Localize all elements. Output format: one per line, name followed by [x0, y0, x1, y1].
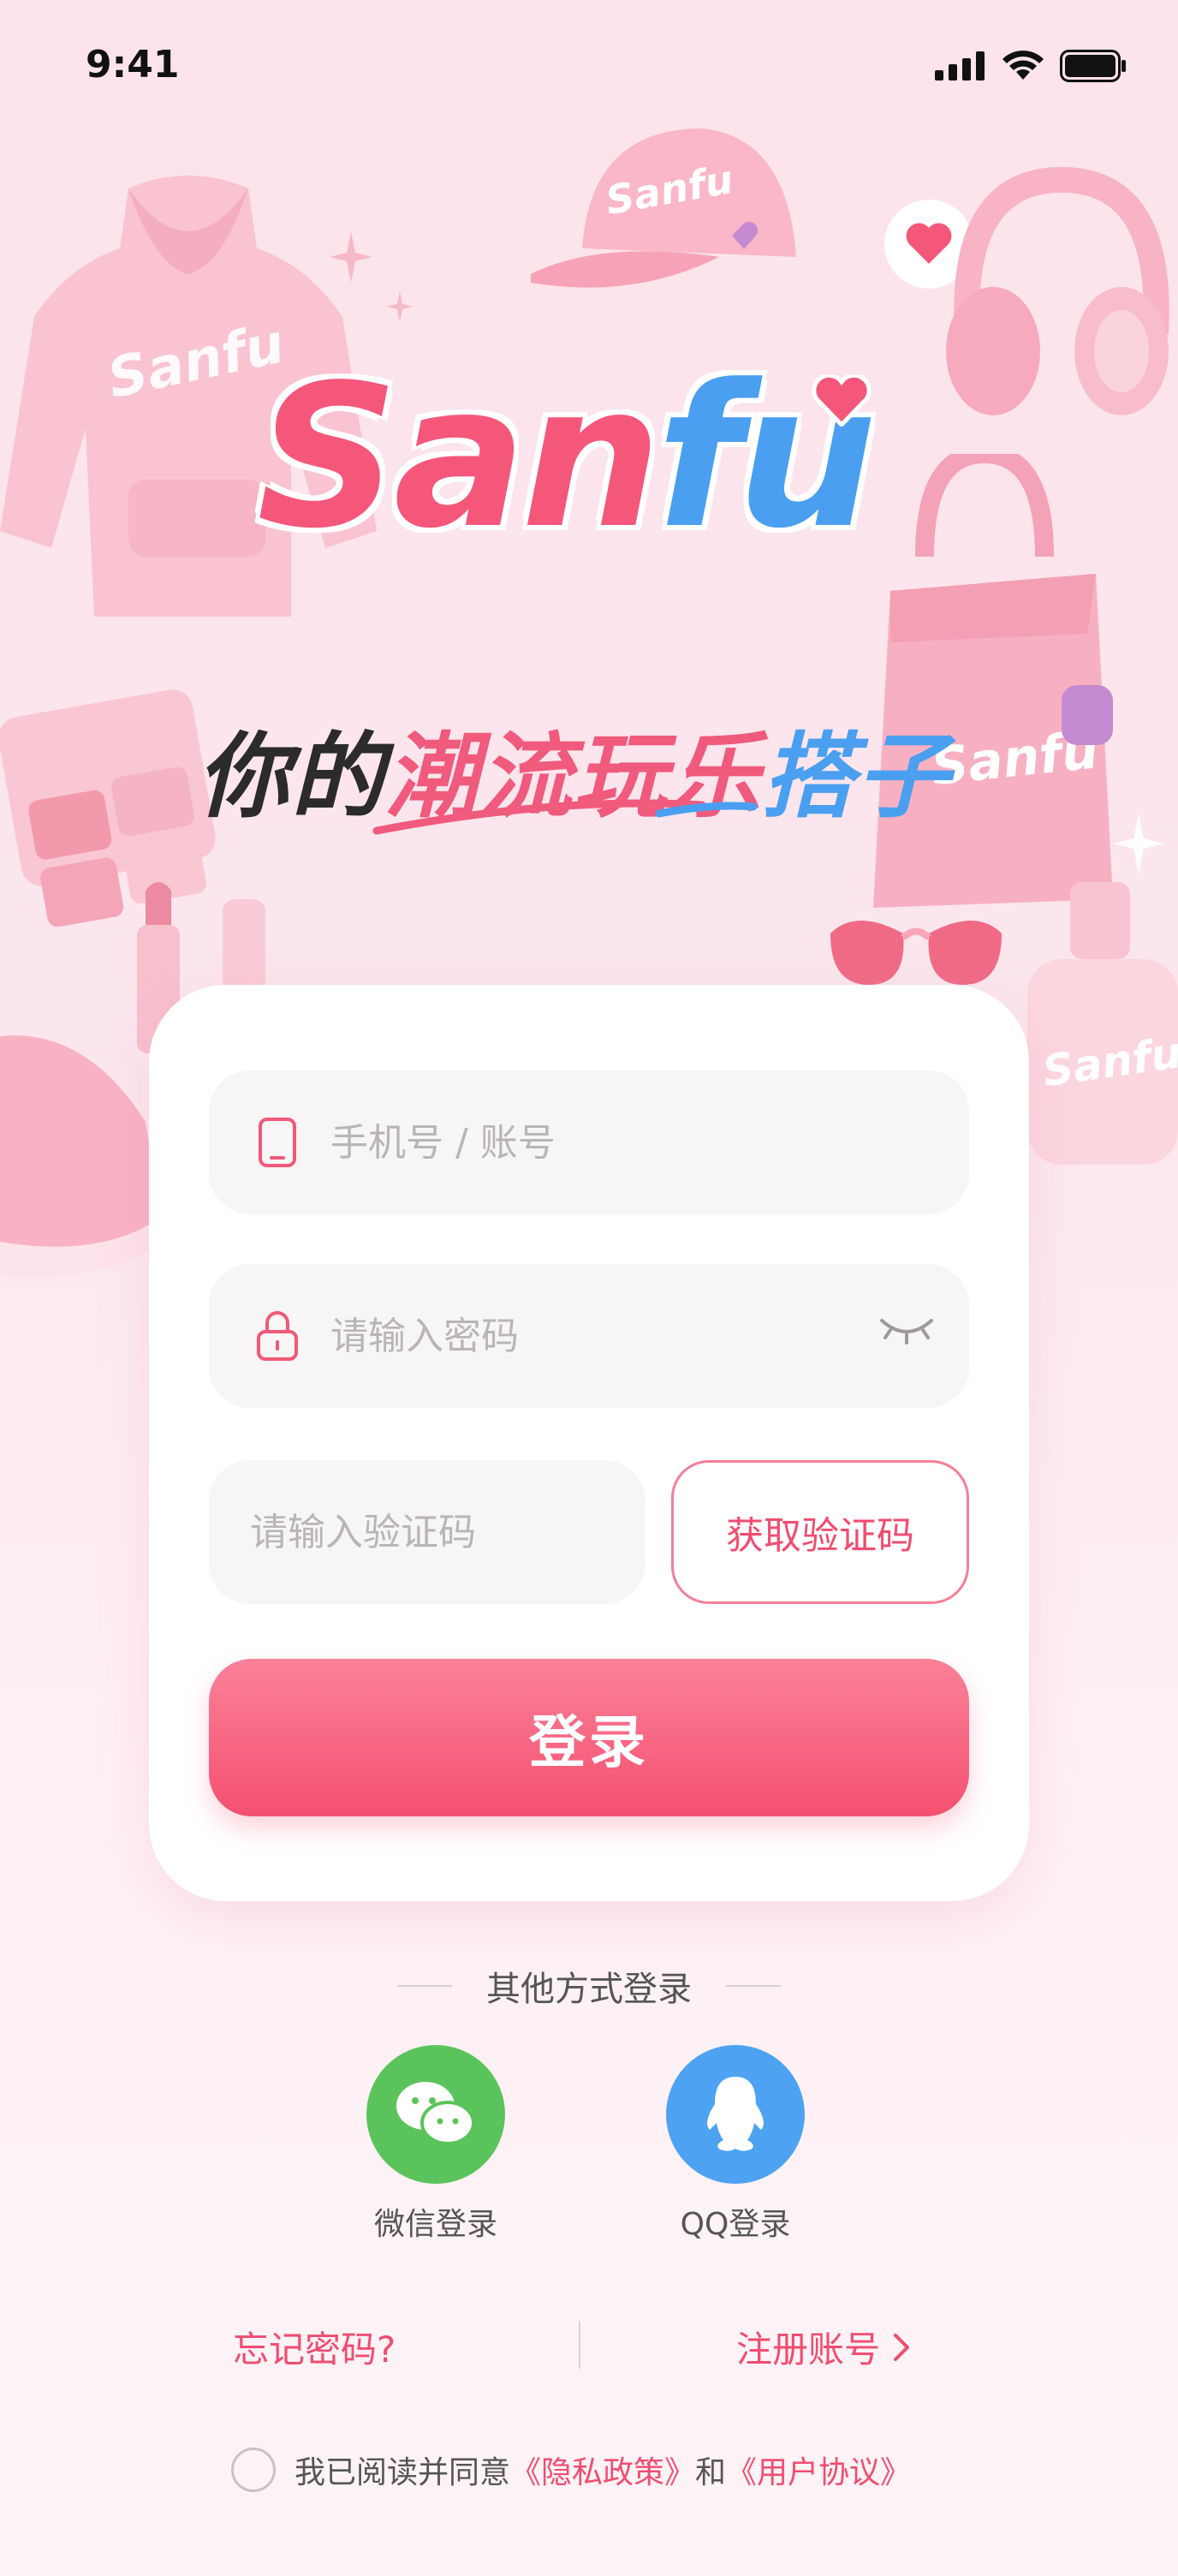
- links-divider: [579, 2321, 580, 2369]
- account-input[interactable]: [330, 1070, 969, 1214]
- divider-line-right: [726, 1985, 781, 1987]
- divider-line-left: [397, 1985, 452, 1987]
- verification-code-field[interactable]: [209, 1460, 719, 1604]
- qq-login-label: QQ登录: [680, 2207, 791, 2242]
- wechat-login[interactable]: 微信登录: [363, 2045, 509, 2244]
- register-label: 注册账号: [736, 2329, 881, 2370]
- status-icons: [935, 50, 1127, 82]
- battery-icon: [1060, 50, 1126, 82]
- user-agreement-link[interactable]: 《用户协议》: [726, 2448, 911, 2492]
- account-field[interactable]: [209, 1070, 969, 1214]
- password-field[interactable]: [209, 1264, 969, 1408]
- agreement-row: 我已阅读并同意 《隐私政策》 和 《用户协议》: [231, 2448, 911, 2492]
- eye-closed-icon[interactable]: [878, 1312, 935, 1346]
- other-login-title: 其他方式登录: [0, 1961, 1178, 2011]
- wechat-icon[interactable]: [366, 2045, 505, 2184]
- status-time: 9:41: [86, 43, 180, 86]
- sparkle-icon: [330, 231, 372, 283]
- sneaker-illustration: [0, 1035, 163, 1278]
- register-link[interactable]: 注册账号: [736, 2321, 911, 2373]
- perfume-illustration: Sanfu: [1027, 882, 1178, 1165]
- agreement-checkbox[interactable]: [231, 2448, 276, 2492]
- other-login-label: 其他方式登录: [486, 1970, 692, 2009]
- logo-heart-icon: [812, 375, 872, 426]
- status-bar: 9:41: [0, 0, 1178, 128]
- wechat-login-label: 微信登录: [373, 2207, 497, 2242]
- qq-icon[interactable]: [666, 2045, 805, 2184]
- password-input[interactable]: [330, 1264, 969, 1408]
- login-button[interactable]: 登录: [209, 1659, 969, 1816]
- get-code-button[interactable]: 获取验证码: [671, 1460, 969, 1604]
- chevron-right-icon: [894, 2333, 910, 2361]
- qq-login[interactable]: QQ登录: [663, 2045, 808, 2244]
- headphones-illustration: [946, 166, 1169, 415]
- tagline-part-a: 你的: [197, 724, 386, 831]
- forgot-password-link[interactable]: 忘记密码?: [233, 2321, 396, 2373]
- logo-part-1: San: [257, 343, 662, 572]
- sunglasses-illustration: [830, 921, 1002, 985]
- phone-icon: [252, 1117, 303, 1168]
- login-card: 获取验证码 登录: [149, 985, 1029, 1901]
- lock-icon: [252, 1310, 303, 1362]
- account-links: 忘记密码? 注册账号: [0, 2321, 1178, 2372]
- tagline: 你的潮流玩乐搭子: [197, 685, 1002, 835]
- sparkle-right-icon: [1113, 814, 1164, 874]
- privacy-policy-link[interactable]: 《隐私政策》: [510, 2448, 695, 2492]
- wifi-icon: [1002, 51, 1044, 80]
- agreement-prefix: 我已阅读并同意: [294, 2455, 511, 2490]
- tagline-underline: [372, 799, 758, 835]
- logo-text: Sanfu: [257, 360, 877, 557]
- signal-icon: [935, 51, 985, 80]
- sparkle-small-icon: [387, 291, 413, 322]
- verification-code-input[interactable]: [250, 1460, 719, 1604]
- brand-logo: Sanfu: [257, 360, 925, 651]
- cap-illustration: Sanfu: [531, 128, 796, 288]
- agreement-and: 和: [695, 2455, 727, 2490]
